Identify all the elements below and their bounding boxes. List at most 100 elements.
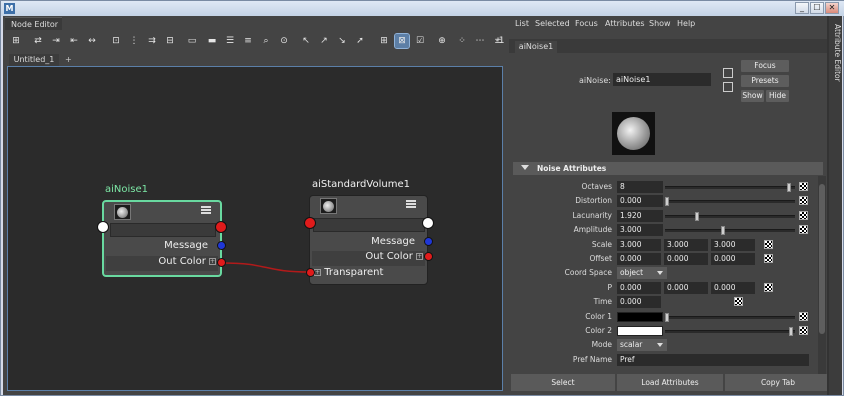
pick-walk-icon[interactable]: ⁘ (455, 34, 469, 48)
align-icon[interactable]: ⊟ (163, 34, 177, 48)
frame-selection-icon[interactable]: ⊙ (277, 34, 291, 48)
plug-message-ainoise[interactable] (217, 241, 226, 250)
color-1-slider[interactable] (665, 313, 795, 322)
octaves-map-icon[interactable] (799, 182, 808, 191)
overflow-icon[interactable]: -1 (493, 34, 507, 48)
distortion-map-icon[interactable] (799, 196, 808, 205)
maximize-button[interactable]: ☐ (810, 2, 824, 14)
node-display-mode-icon[interactable] (201, 206, 211, 216)
select-button[interactable]: Select (511, 374, 615, 391)
distortion-slider[interactable] (665, 197, 795, 206)
time-field[interactable]: 0.000 (617, 296, 661, 308)
full-view-icon[interactable]: ☰ (223, 34, 237, 48)
node-aistandardvolume[interactable]: Message Out Color + + Transparent (309, 195, 428, 285)
snap-grid-icon[interactable]: ⊞ (377, 34, 391, 48)
select-all-arrow-icon[interactable]: ➚ (353, 34, 367, 48)
time-map-icon[interactable] (734, 297, 743, 306)
in-out-connections-icon[interactable]: ↔ (85, 34, 99, 48)
menu-focus[interactable]: Focus (575, 19, 598, 28)
menu-show[interactable]: Show (649, 19, 671, 28)
plug-outcolor-aistandardvolume[interactable] (424, 252, 433, 261)
load-attributes-button[interactable]: Load Attributes (617, 374, 723, 391)
color-1-swatch[interactable] (617, 312, 663, 322)
distortion-field[interactable]: 0.000 (617, 195, 663, 207)
menu-help[interactable]: Help (677, 19, 695, 28)
distortion-slider-handle[interactable] (665, 197, 669, 206)
offset-x-field[interactable]: 0.000 (617, 253, 661, 265)
hide-button[interactable]: Hide (766, 90, 789, 102)
select-downstream-icon[interactable]: ↘ (335, 34, 349, 48)
close-button[interactable]: ✕ (825, 2, 839, 14)
node-editor-panel-tab[interactable]: Node Editor (5, 17, 62, 30)
offset-z-field[interactable]: 0.000 (711, 253, 755, 265)
noise-attributes-section[interactable]: Noise Attributes (513, 162, 823, 175)
ae-scrollbar[interactable] (818, 176, 826, 376)
p-map-icon[interactable] (764, 283, 773, 292)
lacunarity-field[interactable]: 1.920 (617, 210, 663, 222)
octaves-slider[interactable] (665, 183, 795, 192)
node-name-input[interactable]: aiNoise1 (613, 73, 711, 86)
add-tab-button[interactable]: + (65, 54, 75, 66)
plug-message-aistandardvolume[interactable] (424, 237, 433, 246)
lacunarity-map-icon[interactable] (799, 211, 808, 220)
scale-z-field[interactable]: 3.000 (711, 239, 755, 251)
scale-y-field[interactable]: 3.000 (664, 239, 708, 251)
octaves-field[interactable]: 8 (617, 181, 663, 193)
ae-tab-ainoise[interactable]: aiNoise1 (515, 41, 557, 53)
show-button[interactable]: Show (741, 90, 764, 102)
amplitude-map-icon[interactable] (799, 225, 808, 234)
swap-icon[interactable]: ⇄ (31, 34, 45, 48)
material-swatch-preview[interactable] (612, 112, 655, 155)
attribute-view-icon[interactable]: ☑ (413, 34, 427, 48)
attribute-editor-side-tab[interactable]: Attribute Editor (829, 16, 842, 395)
coord-space-dropdown[interactable]: object (617, 267, 667, 279)
graph-icon[interactable]: ⊞ (9, 34, 23, 48)
pref-name-field[interactable]: Pref (617, 354, 809, 366)
plug-input-ainoise[interactable] (97, 221, 109, 233)
focus-button[interactable]: Focus (741, 60, 789, 72)
grid-toggle-icon[interactable]: ⊠ (394, 33, 410, 49)
color-2-slider[interactable] (665, 327, 795, 336)
node-editor-canvas[interactable]: aiNoise1 Message Out Color + aiStandardV… (7, 66, 503, 391)
node-display-mode-icon[interactable] (406, 200, 416, 210)
copy-tab-button[interactable]: Copy Tab (725, 374, 831, 391)
octaves-slider-handle[interactable] (787, 183, 791, 192)
select-arrow-icon[interactable]: ↖ (299, 34, 313, 48)
mode-dropdown[interactable]: scalar (617, 339, 667, 351)
p-y-field[interactable]: 0.000 (664, 282, 708, 294)
amplitude-field[interactable]: 3.000 (617, 224, 663, 236)
frame-all-icon[interactable]: ⊡ (109, 34, 123, 48)
minimize-button[interactable]: _ (795, 2, 809, 14)
color-2-map-icon[interactable] (799, 326, 808, 335)
offset-map-icon[interactable] (764, 254, 773, 263)
lacunarity-slider-handle[interactable] (695, 212, 699, 221)
menu-list[interactable]: List (515, 19, 529, 28)
color-2-slider-handle[interactable] (789, 327, 793, 336)
connected-view-icon[interactable]: ▬ (205, 34, 219, 48)
color-1-slider-handle[interactable] (665, 313, 669, 322)
menu-attributes[interactable]: Attributes (605, 19, 645, 28)
custom-view-icon[interactable]: ≡ (241, 34, 255, 48)
node-ainoise[interactable]: Message Out Color + (102, 200, 222, 277)
color-2-swatch[interactable] (617, 326, 663, 336)
arrange-icon[interactable]: ⇉ (145, 34, 159, 48)
plug-output-aistandardvolume[interactable] (422, 217, 434, 229)
plug-output-ainoise[interactable] (215, 221, 227, 233)
select-upstream-icon[interactable]: ↗ (317, 34, 331, 48)
plug-input-aistandardvolume[interactable] (304, 217, 316, 229)
search-icon[interactable]: ⌕ (259, 34, 273, 48)
more-icon[interactable]: ⋯ (473, 34, 487, 48)
collapse-arrow-icon[interactable] (521, 165, 529, 170)
presets-button[interactable]: Presets (741, 75, 789, 87)
amplitude-slider[interactable] (665, 226, 795, 235)
menu-selected[interactable]: Selected (535, 19, 570, 28)
input-connection-icon[interactable] (723, 68, 733, 78)
pin-icon[interactable]: ⊕ (435, 34, 449, 48)
plug-outcolor-ainoise[interactable] (217, 258, 226, 267)
layout-icon[interactable]: ⋮ (127, 34, 141, 48)
lacunarity-slider[interactable] (665, 212, 795, 221)
scrollbar-thumb[interactable] (819, 184, 825, 334)
p-z-field[interactable]: 0.000 (711, 282, 755, 294)
output-connection-icon[interactable] (723, 82, 733, 92)
scale-x-field[interactable]: 3.000 (617, 239, 661, 251)
